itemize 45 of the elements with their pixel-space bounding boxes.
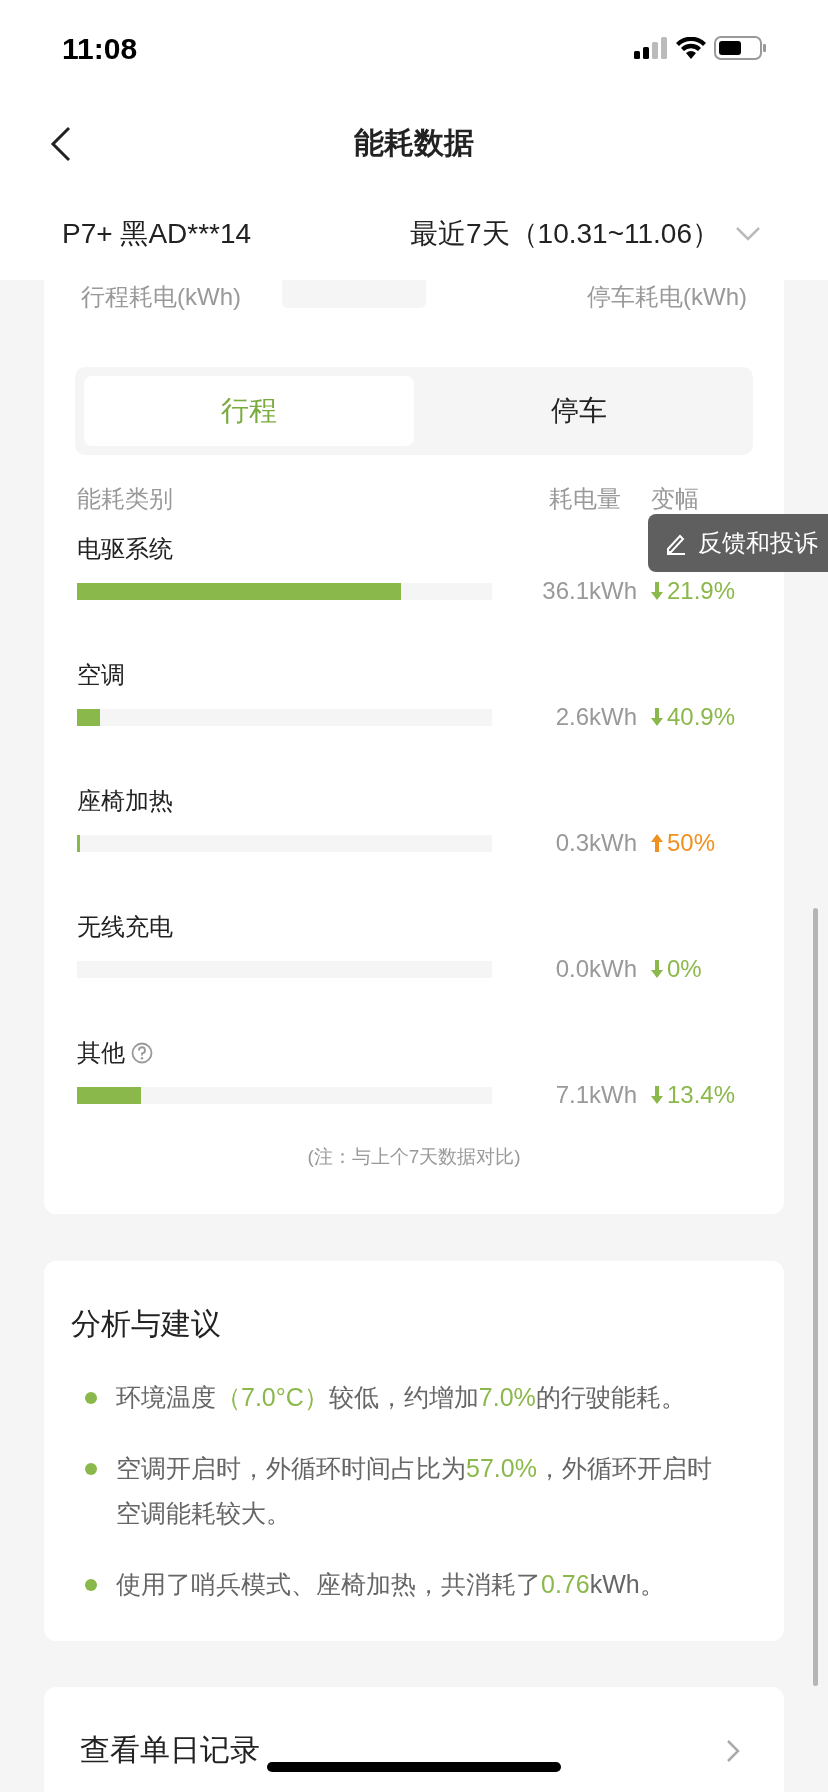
energy-amount: 7.1kWh <box>554 1080 637 1110</box>
category-label: 座椅加热 <box>76 786 173 816</box>
feedback-button[interactable]: 反馈和投诉 <box>648 514 828 572</box>
category-label: 空调 <box>76 660 125 690</box>
category-label: 电驱系统 <box>76 534 173 564</box>
arrow-down-icon <box>651 708 663 726</box>
chevron-right-icon <box>726 1738 740 1763</box>
change-percent: 21.9% <box>667 576 736 606</box>
change-percent: 13.4% <box>667 1080 736 1110</box>
energy-amount: 2.6kWh <box>554 702 637 732</box>
battery-icon <box>714 36 766 60</box>
tab[interactable]: 停车 <box>414 376 744 446</box>
change-percent: 0% <box>667 954 702 984</box>
change-percent: 40.9% <box>667 702 736 732</box>
suggestion-text: 使用了哨兵模式、座椅加热，共消耗了0.76kWh。 <box>116 1568 666 1600</box>
arrow-down-icon <box>651 960 663 978</box>
change-percent: 50% <box>667 828 716 858</box>
energy-amount: 36.1kWh <box>541 576 637 606</box>
status-time: 11:08 <box>62 30 138 67</box>
daily-record-label: 查看单日记录 <box>80 1731 260 1768</box>
column-header: 能耗类别 <box>76 484 174 514</box>
vehicle-selector[interactable]: P7+ 黑AD***14 <box>62 213 252 255</box>
help-icon[interactable] <box>131 1042 153 1064</box>
suggestion-text: 环境温度（7.0°C）较低，约增加7.0%的行驶能耗。 <box>116 1381 687 1413</box>
energy-amount: 0.0kWh <box>554 954 637 984</box>
signal-icon <box>634 37 668 59</box>
parking-energy-label: 停车耗电(kWh) <box>587 284 747 310</box>
suggestion-text: 空调开启时，外循环时间占比为57.0%，外循环开启时空调能耗较大。 <box>116 1452 713 1529</box>
page-title: 能耗数据 <box>354 124 474 161</box>
energy-amount: 0.3kWh <box>554 828 637 858</box>
wifi-icon <box>676 37 706 59</box>
trip-energy-label: 行程耗电(kWh) <box>81 284 241 310</box>
back-icon[interactable] <box>50 126 72 162</box>
category-label: 其他 <box>76 1038 125 1068</box>
category-label: 无线充电 <box>76 912 173 942</box>
arrow-up-icon <box>651 834 663 852</box>
period-selector[interactable]: 最近7天（10.31~11.06） <box>410 213 720 255</box>
section-title: 分析与建议 <box>71 1305 222 1342</box>
column-header: 变幅 <box>651 484 700 514</box>
chevron-down-icon[interactable] <box>736 227 760 241</box>
arrow-down-icon <box>651 1086 663 1104</box>
daily-record-row[interactable]: 查看单日记录 <box>44 1686 784 1792</box>
arrow-down-icon <box>651 582 663 600</box>
column-header: 耗电量 <box>548 484 621 514</box>
comparison-note: (注：与上个7天数据对比) <box>307 1145 521 1169</box>
